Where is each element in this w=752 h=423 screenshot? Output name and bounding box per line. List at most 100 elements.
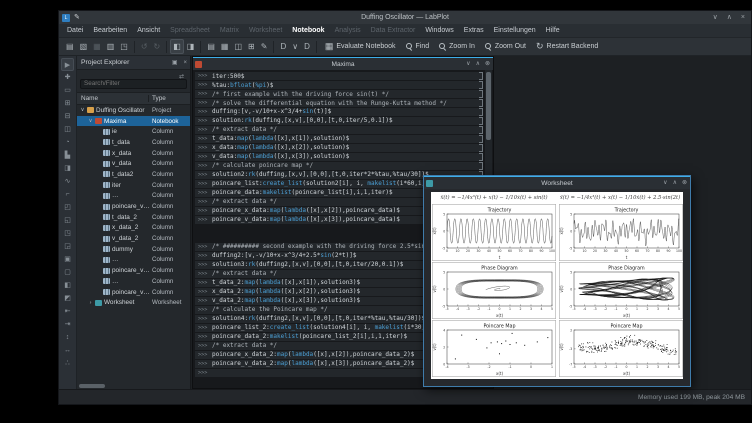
open-project-icon[interactable]: ▧ <box>77 39 91 54</box>
tree-row[interactable]: … Column <box>77 191 190 202</box>
evaluate-notebook-button[interactable]: ▦ Evaluate Notebook <box>320 40 401 53</box>
tree-columns-header[interactable]: Name Type <box>77 92 190 105</box>
titlebar[interactable]: L ✎ Duffing Oscillator — LabPlot ∨ ∧ × <box>59 11 751 24</box>
rotate-tool-icon[interactable]: ◔ <box>61 136 74 149</box>
expander-icon[interactable]: ∨ <box>79 107 86 113</box>
grid-tool-icon[interactable]: ▣ <box>61 253 74 266</box>
layout-bottom-left-icon[interactable]: ◱ <box>61 214 74 227</box>
scale-y-icon[interactable]: ↕ <box>61 331 74 344</box>
tree-row[interactable]: poincare_v_data2Column <box>77 201 190 212</box>
undo-icon[interactable]: ↺ <box>138 39 151 54</box>
tree-row[interactable]: v_data Column <box>77 158 190 169</box>
menu-datei[interactable]: Datei <box>62 24 88 37</box>
export-icon[interactable]: ◳ <box>117 39 131 54</box>
zoom-in-button[interactable]: Zoom In <box>434 41 480 52</box>
add-text-entry-icon[interactable]: ▤ <box>204 39 218 54</box>
menu-spreadsheet[interactable]: Spreadsheet <box>165 24 215 37</box>
tree-row[interactable]: … Column <box>77 255 190 266</box>
menu-worksheet[interactable]: Worksheet <box>244 24 287 37</box>
project-explorer-header[interactable]: Project Explorer ▣ × <box>77 56 190 70</box>
scale-x-icon[interactable]: ↔ <box>61 344 74 357</box>
menu-windows[interactable]: Windows <box>420 24 458 37</box>
select-region-icon[interactable]: ▭ <box>61 84 74 97</box>
worksheet-page[interactable]: ẍ(t) = −1/4x³(t) + x(t) − 1/10ẋ(t) + sin… <box>431 192 683 379</box>
toggle-explorer-icon[interactable]: ◧ <box>170 39 184 54</box>
expander-icon[interactable]: › <box>87 300 94 306</box>
restart-backend-button[interactable]: ↻ Restart Backend <box>531 40 603 53</box>
code-line[interactable]: >>> duffing:[v,-v/10+x-x^3/4+sin(t)]$ <box>195 107 483 117</box>
backend-icon[interactable]: D <box>301 39 313 54</box>
tree-row[interactable]: poincare_v_data_2Column <box>77 287 190 298</box>
menu-bearbeiten[interactable]: Bearbeiten <box>88 24 132 37</box>
tree-row[interactable]: t_data_2 Column <box>77 212 190 223</box>
code-line[interactable]: >>> /* extract data */ <box>195 125 483 134</box>
zoom-out-button[interactable]: Zoom Out <box>480 41 531 52</box>
expander-icon[interactable]: ∨ <box>87 118 94 124</box>
pane-left-icon[interactable]: ◧ <box>61 279 74 292</box>
corner-tool-icon[interactable]: ▙ <box>61 149 74 162</box>
toggle-properties-icon[interactable]: ◨ <box>184 39 198 54</box>
add-command-entry-icon[interactable]: ▦ <box>218 39 232 54</box>
backend-menu-icon[interactable]: D <box>277 39 289 54</box>
code-line[interactable]: >>> iter:500$ <box>195 72 483 81</box>
maximize-icon[interactable]: ∧ <box>727 11 732 24</box>
worksheet-maximize-icon[interactable]: ∧ <box>673 177 677 189</box>
pointer-tool-icon[interactable]: ▶ <box>61 58 74 71</box>
detach-panel-icon[interactable]: ▣ <box>169 59 181 66</box>
diagonal-tool-icon[interactable]: ◩ <box>61 292 74 305</box>
close-panel-icon[interactable]: × <box>180 60 190 66</box>
code-line[interactable]: >>> solution:rk(duffing,[x,v],[0,0],[t,0,… <box>195 116 483 126</box>
menu-einstellungen[interactable]: Einstellungen <box>489 24 541 37</box>
tree-row[interactable]: iter Column <box>77 180 190 191</box>
add-markdown-entry-icon[interactable]: ◫ <box>231 39 245 54</box>
menu-analysis[interactable]: Analysis <box>330 24 366 37</box>
type-column-header[interactable]: Type <box>149 95 190 102</box>
tree-row[interactable]: ∨ Maxima Notebook <box>77 115 190 127</box>
notebook-maximize-icon[interactable]: ∧ <box>476 58 480 70</box>
search-input[interactable] <box>80 78 187 89</box>
menu-extras[interactable]: Extras <box>459 24 489 37</box>
code-line[interactable]: >>> /* solve the differential equation wi… <box>195 98 483 108</box>
code-line[interactable]: >>> x_data:map(lambda([x],x[2]),solution)… <box>195 143 483 152</box>
close-icon[interactable]: × <box>741 11 745 24</box>
notebook-titlebar[interactable]: Maxima ∨ ∧ ⊗ <box>193 57 493 70</box>
worksheet-titlebar[interactable]: Worksheet ∨ ∧ ⊗ <box>424 176 690 189</box>
print-icon[interactable]: ▥ <box>104 39 118 54</box>
split-view-icon[interactable]: ◫ <box>61 123 74 136</box>
tree-row[interactable]: › Worksheet Worksheet <box>77 297 190 308</box>
redo-icon[interactable]: ↻ <box>151 39 164 54</box>
tree-row[interactable]: x_data Column <box>77 148 190 159</box>
name-column-header[interactable]: Name <box>77 95 149 102</box>
code-line[interactable]: >>> /* calculate poincare map */ <box>195 161 483 170</box>
code-line[interactable]: >>> /* first example with the driving for… <box>195 89 483 99</box>
new-document-icon[interactable]: ▤ <box>63 39 77 54</box>
worksheet-close-icon[interactable]: ⊗ <box>682 177 687 189</box>
points-tool-icon[interactable]: ∴ <box>61 357 74 370</box>
worksheet-minimize-icon[interactable]: ∨ <box>663 177 667 189</box>
insert-entry-icon[interactable]: ⊞ <box>245 39 258 54</box>
axis-tool-icon[interactable]: ⌐ <box>61 188 74 201</box>
menu-ansicht[interactable]: Ansicht <box>132 24 165 37</box>
filter-options-icon[interactable]: ⇄ <box>179 73 184 80</box>
shift-left-icon[interactable]: ⇤ <box>61 305 74 318</box>
tree-row[interactable]: ie Column <box>77 126 190 137</box>
tree-row[interactable]: x_data_2 Column <box>77 223 190 234</box>
code-line[interactable]: >>> %tau:bfloat(%pi)$ <box>195 80 483 90</box>
tree-row[interactable]: t_data Column <box>77 137 190 148</box>
menu-hilfe[interactable]: Hilfe <box>541 24 565 37</box>
pane-right-icon[interactable]: ◨ <box>61 162 74 175</box>
minimize-icon[interactable]: ∨ <box>713 11 718 24</box>
tree-row[interactable]: ∨ Duffing Oscillator Project <box>77 105 190 116</box>
code-line[interactable]: >>> v_data:map(lambda([x],x[3]),solution)… <box>195 152 483 161</box>
tree-row[interactable]: v_data_2 Column <box>77 233 190 244</box>
frame-tool-icon[interactable]: ▢ <box>61 266 74 279</box>
layout-top-right-icon[interactable]: ◳ <box>61 227 74 240</box>
notebook-minimize-icon[interactable]: ∨ <box>466 58 470 70</box>
zoom-out-tool-icon[interactable]: ⊟ <box>61 110 74 123</box>
layout-top-left-icon[interactable]: ◰ <box>61 201 74 214</box>
menu-data-extractor[interactable]: Data Extractor <box>366 24 421 37</box>
layout-bottom-right-icon[interactable]: ◲ <box>61 240 74 253</box>
menu-matrix[interactable]: Matrix <box>215 24 244 37</box>
tree-row[interactable]: poincare_v_dataColumn <box>77 265 190 276</box>
find-button[interactable]: Find <box>401 41 435 52</box>
